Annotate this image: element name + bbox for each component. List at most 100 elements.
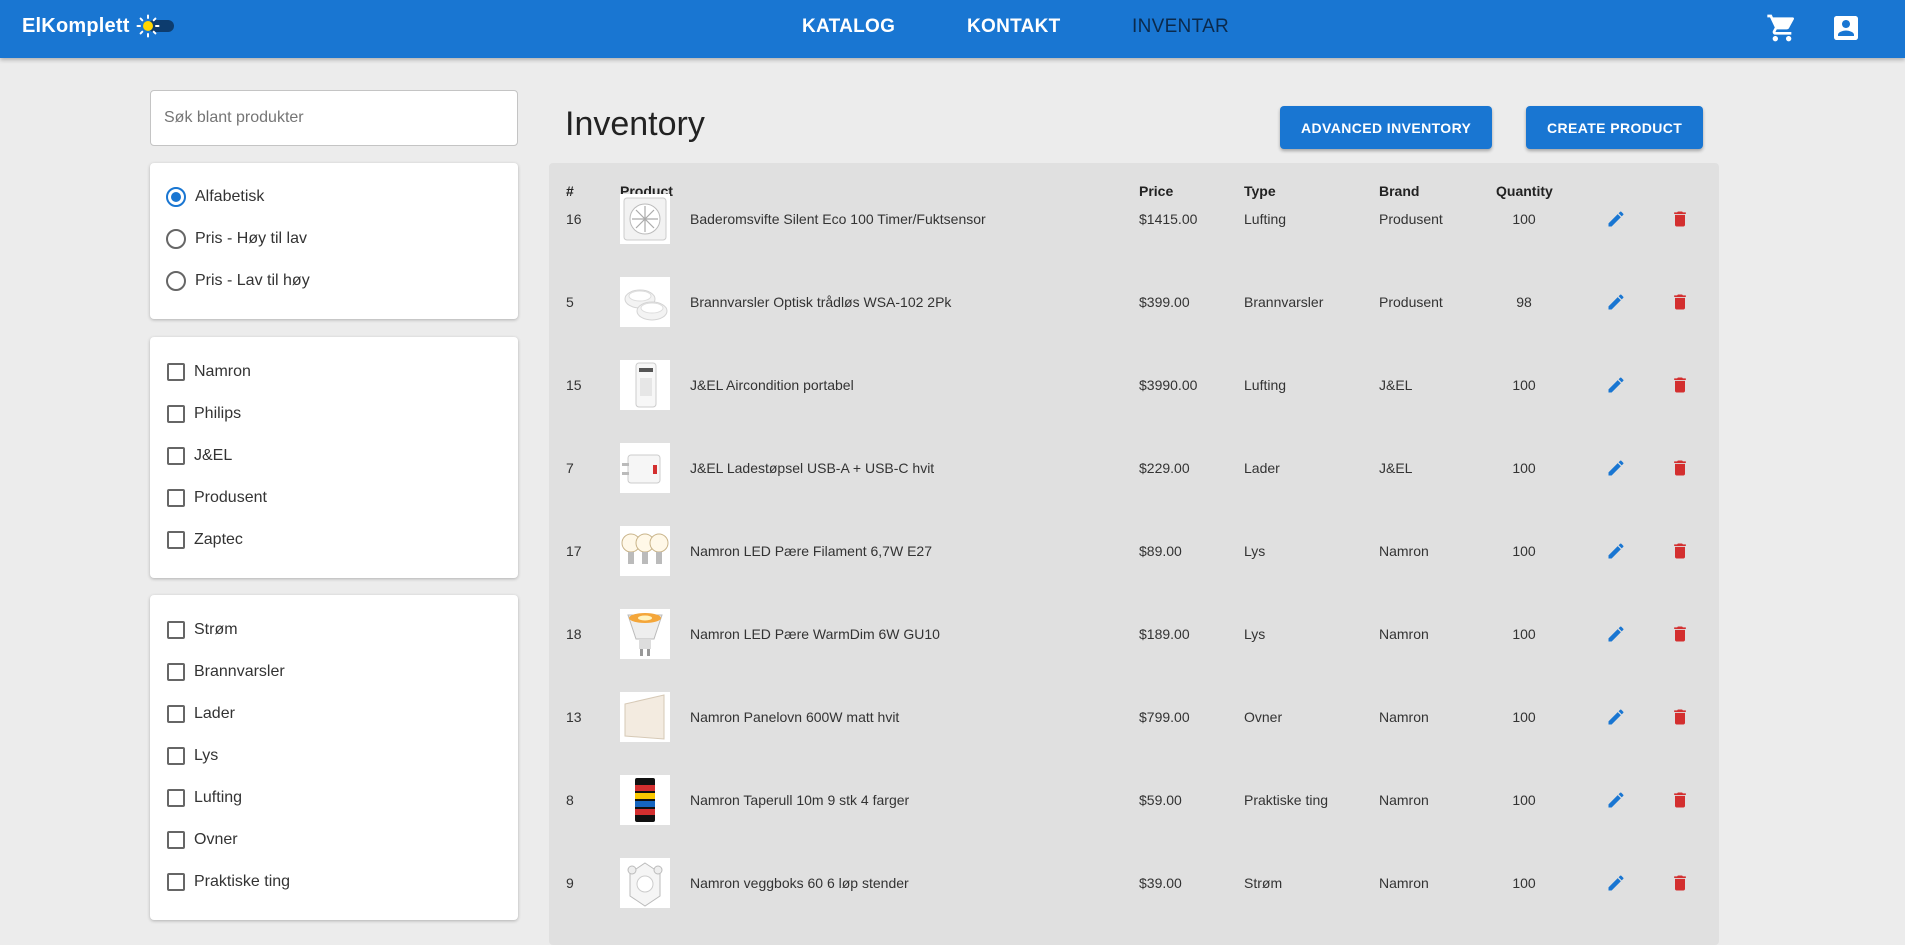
checkbox[interactable] — [167, 405, 185, 423]
type-filter-lys[interactable]: Lys — [166, 747, 218, 765]
checkbox[interactable] — [167, 363, 185, 381]
cart-icon[interactable] — [1766, 12, 1798, 44]
checkbox[interactable] — [167, 447, 185, 465]
product-type: Brannvarsler — [1244, 293, 1324, 310]
account-icon[interactable] — [1830, 12, 1862, 44]
product-thumbnail[interactable] — [620, 442, 670, 493]
product-type: Lader — [1244, 459, 1280, 476]
search-input[interactable] — [151, 91, 517, 145]
theme-toggle[interactable] — [136, 14, 178, 38]
checkbox[interactable] — [167, 663, 185, 681]
checkbox[interactable] — [167, 705, 185, 723]
row-id: 16 — [566, 210, 582, 227]
checkbox[interactable] — [167, 747, 185, 765]
table-row: 9 Namron veggboks 60 6 løp stender $39.00 S… — [549, 841, 1719, 924]
product-brand: Namron — [1379, 625, 1429, 642]
nav-inventar[interactable]: INVENTAR — [1132, 16, 1229, 38]
product-name: J&EL Aircondition portabel — [690, 376, 854, 393]
delete-icon[interactable] — [1670, 624, 1690, 644]
table-row: 15 J&EL Aircondition portabel $3990.00 Luft… — [549, 343, 1719, 426]
delete-icon[interactable] — [1670, 790, 1690, 810]
product-thumbnail[interactable] — [620, 774, 670, 825]
brand-filter-jel[interactable]: J&EL — [166, 447, 232, 465]
row-id: 9 — [566, 874, 574, 891]
create-product-button[interactable]: CREATE PRODUCT — [1526, 106, 1704, 149]
sort-option-pris-hoy-lav[interactable]: Pris - Høy til lav — [166, 229, 307, 249]
product-thumbnail[interactable] — [620, 525, 670, 576]
delete-icon[interactable] — [1670, 541, 1690, 561]
edit-icon[interactable] — [1606, 541, 1626, 561]
edit-icon[interactable] — [1606, 292, 1626, 312]
nav-katalog[interactable]: KATALOG — [802, 16, 895, 38]
product-brand: Namron — [1379, 791, 1429, 808]
product-quantity: 100 — [1512, 459, 1536, 476]
product-quantity: 100 — [1512, 625, 1536, 642]
brand-filter-zaptec[interactable]: Zaptec — [166, 531, 243, 549]
checkbox[interactable] — [167, 489, 185, 507]
product-price: $39.00 — [1139, 874, 1182, 891]
type-filter-lader[interactable]: Lader — [166, 705, 235, 723]
brand-filter-namron[interactable]: Namron — [166, 363, 251, 381]
product-brand: Namron — [1379, 708, 1429, 725]
product-type: Lys — [1244, 542, 1266, 559]
delete-icon[interactable] — [1670, 873, 1690, 893]
brand-name[interactable]: ElKomplett — [22, 15, 130, 38]
edit-icon[interactable] — [1606, 624, 1626, 644]
checkbox[interactable] — [167, 831, 185, 849]
checkbox[interactable] — [167, 789, 185, 807]
nav-kontakt[interactable]: KONTAKT — [967, 16, 1061, 38]
product-brand: J&EL — [1379, 459, 1413, 476]
delete-icon[interactable] — [1670, 707, 1690, 727]
delete-icon[interactable] — [1670, 458, 1690, 478]
edit-icon[interactable] — [1606, 707, 1626, 727]
sort-option-label: Alfabetisk — [195, 188, 265, 205]
edit-icon[interactable] — [1606, 458, 1626, 478]
radio-selected[interactable] — [166, 187, 186, 207]
type-filter-label: Ovner — [194, 831, 238, 848]
delete-icon[interactable] — [1670, 292, 1690, 312]
type-filter-ovner[interactable]: Ovner — [166, 831, 238, 849]
checkbox[interactable] — [167, 873, 185, 891]
brand-filter-produsent[interactable]: Produsent — [166, 489, 267, 507]
type-filter-strom[interactable]: Strøm — [166, 621, 238, 639]
checkbox[interactable] — [167, 531, 185, 549]
row-id: 13 — [566, 708, 582, 725]
product-thumbnail[interactable] — [620, 691, 670, 742]
sort-panel: Alfabetisk Pris - Høy til lav Pris - Lav… — [150, 163, 518, 319]
table-row: 7 J&EL Ladestøpsel USB-A + USB-C hvit $229… — [549, 426, 1719, 509]
edit-icon[interactable] — [1606, 209, 1626, 229]
radio-unselected[interactable] — [166, 229, 186, 249]
brand[interactable]: ElKomplett — [22, 14, 178, 38]
product-thumbnail[interactable] — [620, 193, 670, 244]
advanced-inventory-button[interactable]: ADVANCED INVENTORY — [1280, 106, 1493, 149]
checkbox[interactable] — [167, 621, 185, 639]
type-filter-label: Praktiske ting — [194, 873, 291, 890]
edit-icon[interactable] — [1606, 790, 1626, 810]
type-filter-lufting[interactable]: Lufting — [166, 789, 242, 807]
edit-icon[interactable] — [1606, 375, 1626, 395]
delete-icon[interactable] — [1670, 375, 1690, 395]
edit-icon[interactable] — [1606, 873, 1626, 893]
type-filter-label: Lufting — [194, 789, 243, 806]
inventory-table: # Product Price Type Brand Quantity 16 Ba… — [549, 163, 1719, 945]
product-type: Strøm — [1244, 874, 1283, 891]
sun-icon — [136, 14, 160, 38]
brand-filter-philips[interactable]: Philips — [166, 405, 241, 423]
table-row: 8 Namron Taperull 10m 9 stk 4 farger $59.0… — [549, 758, 1719, 841]
product-thumbnail[interactable] — [620, 608, 670, 659]
type-filter-brannvarsler[interactable]: Brannvarsler — [166, 663, 285, 681]
type-filter-praktiske-ting[interactable]: Praktiske ting — [166, 873, 290, 891]
product-thumbnail[interactable] — [620, 359, 670, 410]
product-thumbnail[interactable] — [620, 276, 670, 327]
brand-filter-label: Produsent — [194, 489, 267, 506]
product-thumbnail[interactable] — [620, 857, 670, 908]
delete-icon[interactable] — [1670, 209, 1690, 229]
product-quantity: 100 — [1512, 791, 1536, 808]
product-quantity: 100 — [1512, 210, 1536, 227]
sort-option-pris-lav-hoy[interactable]: Pris - Lav til høy — [166, 271, 310, 291]
product-brand: Namron — [1379, 874, 1429, 891]
sort-option-alfabetisk[interactable]: Alfabetisk — [166, 187, 264, 207]
type-filter-label: Strøm — [194, 621, 238, 638]
radio-unselected[interactable] — [166, 271, 186, 291]
row-id: 15 — [566, 376, 582, 393]
